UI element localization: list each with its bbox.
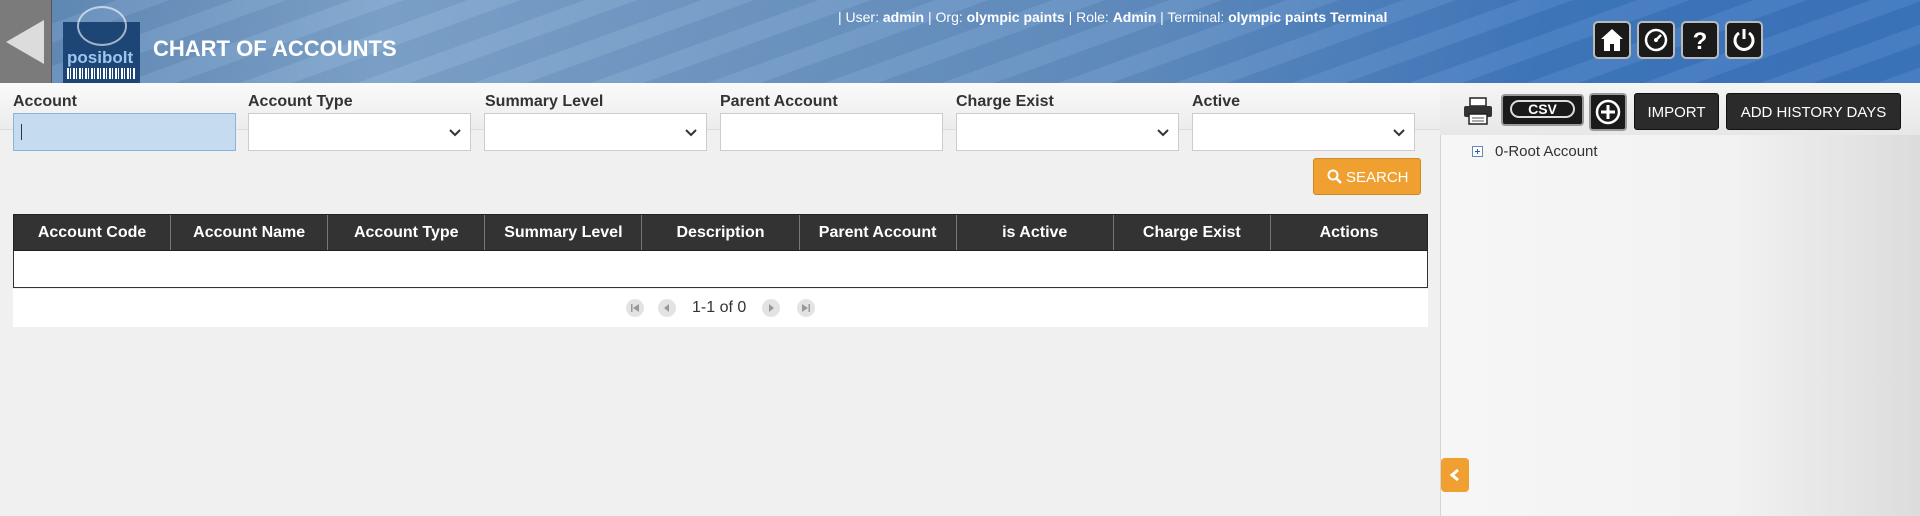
account-type-select[interactable] — [248, 113, 471, 151]
column-header[interactable]: Summary Level — [485, 215, 643, 250]
csv-label: CSV — [1510, 100, 1575, 118]
chevron-down-icon — [449, 129, 461, 137]
column-header[interactable]: Account Name — [171, 215, 329, 250]
chevron-down-icon — [685, 129, 697, 137]
account-tree: 0-Root Account — [1472, 143, 1598, 160]
accounts-table: Account Code Account Name Account Type S… — [13, 214, 1428, 288]
prev-page-button[interactable] — [658, 299, 676, 317]
plus-circle-icon — [1595, 99, 1621, 125]
parent-account-input[interactable] — [720, 113, 943, 151]
terminal-prefix: | Terminal: — [1160, 9, 1225, 25]
summary-level-label: Summary Level — [485, 93, 604, 110]
user-name: admin — [882, 9, 925, 25]
search-button[interactable]: SEARCH — [1313, 158, 1421, 195]
dashboard-button[interactable] — [1637, 21, 1675, 59]
home-icon — [1601, 29, 1623, 51]
logo-barcode — [67, 68, 136, 79]
table-header: Account Code Account Name Account Type S… — [13, 214, 1428, 251]
expand-icon[interactable] — [1472, 146, 1483, 157]
chevron-left-icon — [1449, 468, 1459, 482]
logout-button[interactable] — [1725, 21, 1763, 59]
logo-ring — [77, 6, 127, 46]
pager: 1-1 of 0 — [13, 289, 1428, 327]
back-button[interactable] — [0, 0, 52, 83]
org-prefix: | Org: — [928, 9, 963, 25]
page-title: CHART OF ACCOUNTS — [153, 36, 397, 61]
charge-exist-label: Charge Exist — [956, 93, 1054, 110]
active-select[interactable] — [1192, 113, 1415, 151]
column-header[interactable]: Description — [642, 215, 800, 250]
app-header: posibolt CHART OF ACCOUNTS | User: admin… — [0, 0, 1920, 83]
logo-text: posibolt — [67, 48, 134, 67]
role-name: Admin — [1112, 9, 1157, 25]
print-button[interactable] — [1463, 97, 1493, 130]
column-header[interactable]: Actions — [1271, 215, 1427, 250]
column-header[interactable]: Parent Account — [800, 215, 957, 250]
help-icon: ? — [1693, 28, 1708, 52]
user-info-bar: | User: admin | Org: olympic paints | Ro… — [838, 9, 1387, 25]
csv-button[interactable]: CSV — [1501, 94, 1584, 126]
next-page-icon — [769, 304, 774, 312]
charge-exist-select[interactable] — [956, 113, 1179, 151]
back-arrow-icon — [6, 20, 44, 64]
first-page-icon — [631, 304, 639, 312]
help-button[interactable]: ? — [1681, 21, 1719, 59]
svg-text:?: ? — [1693, 28, 1708, 52]
terminal-name: olympic paints Terminal — [1228, 9, 1388, 25]
next-page-button[interactable] — [762, 299, 780, 317]
first-page-button[interactable] — [626, 299, 644, 317]
chevron-down-icon — [1157, 129, 1169, 137]
column-header[interactable]: is Active — [957, 215, 1114, 250]
tree-node[interactable]: 0-Root Account — [1472, 143, 1598, 160]
table-body — [13, 251, 1428, 288]
account-label: Account — [13, 93, 77, 110]
org-name: olympic paints — [966, 9, 1065, 25]
power-icon — [1733, 29, 1755, 51]
text-caret — [21, 124, 22, 140]
summary-level-select[interactable] — [484, 113, 707, 151]
pager-status: 1-1 of 0 — [692, 299, 747, 316]
prev-page-icon — [664, 304, 669, 312]
account-type-label: Account Type — [248, 93, 353, 110]
home-button[interactable] — [1593, 21, 1631, 59]
active-label: Active — [1192, 93, 1241, 110]
last-page-button[interactable] — [797, 299, 815, 317]
collapse-panel-button[interactable] — [1441, 458, 1469, 492]
column-header[interactable]: Account Code — [14, 215, 172, 250]
user-prefix: | User: — [838, 9, 879, 25]
search-button-label: SEARCH — [1346, 169, 1409, 186]
parent-account-label: Parent Account — [720, 93, 838, 110]
import-button[interactable]: IMPORT — [1634, 93, 1719, 130]
search-icon — [1327, 169, 1342, 184]
add-history-days-button[interactable]: ADD HISTORY DAYS — [1726, 93, 1901, 130]
last-page-icon — [802, 304, 810, 312]
add-account-button[interactable] — [1589, 93, 1627, 131]
chevron-down-icon — [1393, 129, 1405, 137]
account-input[interactable] — [13, 113, 236, 151]
tree-node-label: 0-Root Account — [1495, 143, 1598, 160]
column-header[interactable]: Account Type — [328, 215, 486, 250]
column-header[interactable]: Charge Exist — [1114, 215, 1271, 250]
role-prefix: | Role: — [1068, 9, 1109, 25]
printer-icon — [1464, 97, 1492, 125]
dashboard-icon — [1644, 28, 1668, 52]
